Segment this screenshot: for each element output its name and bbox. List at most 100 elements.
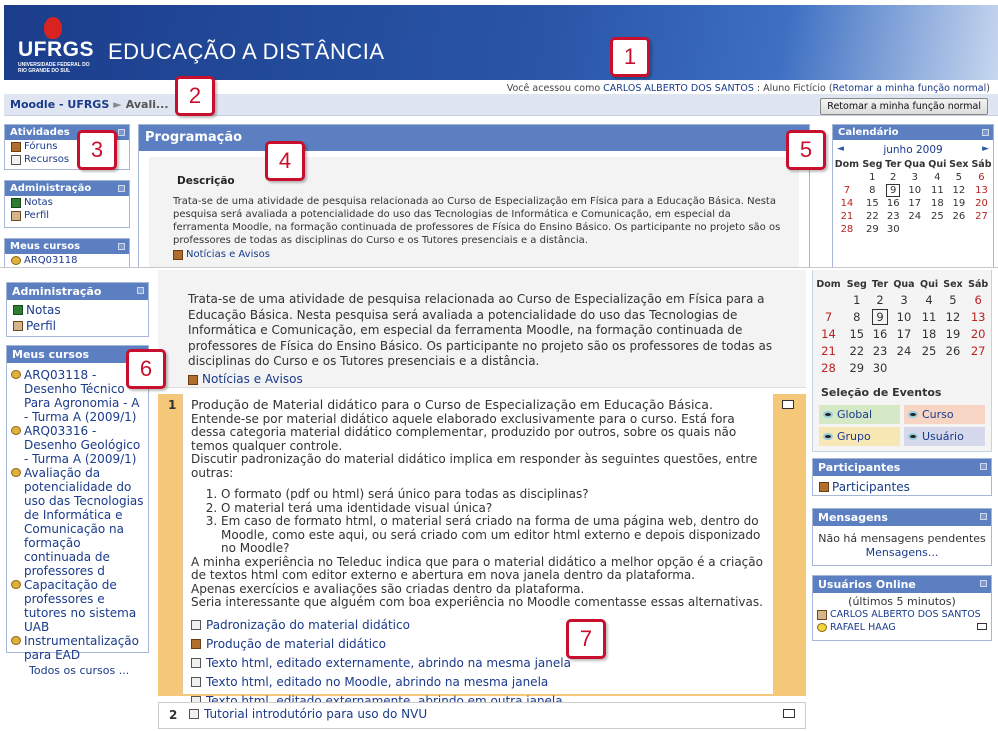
calendar-day[interactable]: 4 (918, 291, 941, 308)
course-peek[interactable]: ARQ03118 (5, 254, 129, 267)
news-forum-link[interactable]: Notícias e Avisos (188, 372, 774, 388)
calendar-day[interactable]: 29 (844, 359, 870, 376)
mail-icon[interactable] (977, 623, 987, 630)
collapse-icon[interactable] (980, 580, 987, 587)
resource-link[interactable]: Produção de material didático (191, 637, 765, 651)
calendar-day[interactable]: 7 (813, 308, 844, 325)
calendar-day[interactable]: 16 (884, 197, 903, 210)
calendar-day[interactable]: 7 (833, 184, 861, 197)
online-user[interactable]: CARLOS ALBERTO DOS SANTOS (813, 608, 991, 621)
course-link[interactable]: Avaliação da potencialidade do uso das T… (7, 466, 148, 578)
event-filter-user[interactable]: Usuário (904, 427, 985, 446)
resource-link[interactable]: Tutorial introdutório para uso do NVU (189, 707, 427, 721)
calendar-day[interactable]: 3 (890, 291, 917, 308)
admin-grades[interactable]: Notas (5, 196, 129, 209)
course-link[interactable]: Capacitação de professores e tutores no … (7, 578, 148, 634)
calendar-day[interactable]: 16 (870, 325, 891, 342)
collapse-icon[interactable] (980, 463, 987, 470)
return-role-button[interactable]: Retomar a minha função normal (820, 98, 988, 115)
calendar-day[interactable]: 30 (884, 223, 903, 236)
calendar-day[interactable]: 26 (941, 342, 966, 359)
resource-link[interactable]: Texto html, editado no Moodle, abrindo n… (191, 675, 765, 689)
calendar-day[interactable]: 25 (927, 210, 948, 223)
calendar-day[interactable]: 14 (833, 197, 861, 210)
collapse-icon[interactable] (118, 129, 125, 136)
resource-link[interactable]: Texto html, editado externamente, abrind… (191, 656, 765, 670)
calendar-day[interactable]: 21 (833, 210, 861, 223)
calendar-day[interactable]: 28 (813, 359, 844, 376)
admin-profile[interactable]: Perfil (5, 209, 129, 222)
calendar-day[interactable]: 24 (890, 342, 917, 359)
calendar-day[interactable]: 23 (870, 342, 891, 359)
calendar-day[interactable]: 19 (941, 325, 966, 342)
calendar-day[interactable]: 29 (861, 223, 884, 236)
calendar-day[interactable]: 3 (903, 171, 927, 184)
calendar-day[interactable]: 13 (970, 184, 993, 197)
calendar-day[interactable]: 9 (870, 308, 891, 325)
calendar-day[interactable]: 5 (941, 291, 966, 308)
calendar-day[interactable]: 20 (970, 197, 993, 210)
calendar-day[interactable]: 22 (844, 342, 870, 359)
resource-link[interactable]: Padronização do material didático (191, 618, 765, 632)
calendar-day[interactable]: 17 (903, 197, 927, 210)
calendar-day[interactable]: 21 (813, 342, 844, 359)
calendar-day[interactable]: 2 (884, 171, 903, 184)
calendar-day[interactable]: 6 (970, 171, 993, 184)
calendar-day[interactable]: 15 (844, 325, 870, 342)
calendar-day[interactable]: 1 (844, 291, 870, 308)
calendar-day[interactable]: 9 (884, 184, 903, 197)
calendar-day[interactable]: 2 (870, 291, 891, 308)
participants-link[interactable]: Participantes (813, 476, 991, 495)
calendar-day[interactable]: 26 (948, 210, 970, 223)
calendar-day[interactable]: 11 (918, 308, 941, 325)
online-user[interactable]: RAFAEL HAAG (813, 621, 991, 634)
next-month-icon[interactable]: ► (982, 144, 989, 156)
prev-month-icon[interactable]: ◄ (837, 144, 844, 156)
calendar-day[interactable]: 27 (970, 210, 993, 223)
calendar-day[interactable]: 5 (948, 171, 970, 184)
calendar-day[interactable]: 30 (870, 359, 891, 376)
collapse-icon[interactable] (982, 129, 989, 136)
calendar-day[interactable]: 14 (813, 325, 844, 342)
calendar-day[interactable]: 18 (918, 325, 941, 342)
collapse-icon[interactable] (980, 513, 987, 520)
calendar-day[interactable]: 10 (903, 184, 927, 197)
calendar-day[interactable]: 19 (948, 197, 970, 210)
collapse-icon[interactable] (118, 185, 125, 192)
all-courses-link[interactable]: Todos os cursos ... (7, 662, 148, 677)
calendar-day[interactable]: 1 (861, 171, 884, 184)
logo-text[interactable]: UFRGS (18, 38, 94, 62)
messages-link[interactable]: Mensagens... (813, 546, 991, 560)
event-filter-course[interactable]: Curso (904, 405, 985, 424)
collapse-icon[interactable] (118, 243, 125, 250)
event-filter-global[interactable]: Global (819, 405, 900, 424)
calendar-day[interactable]: 8 (861, 184, 884, 197)
calendar-day[interactable]: 28 (833, 223, 861, 236)
calendar-day[interactable]: 13 (965, 308, 991, 325)
calendar-day[interactable]: 11 (927, 184, 948, 197)
news-forum-link[interactable]: Notícias e Avisos (173, 249, 789, 260)
calendar-day[interactable]: 25 (918, 342, 941, 359)
collapse-icon[interactable] (137, 287, 144, 294)
calendar-day[interactable]: 8 (844, 308, 870, 325)
calendar-day[interactable]: 10 (890, 308, 917, 325)
calendar-day[interactable]: 18 (927, 197, 948, 210)
highlight-toggle-icon[interactable] (782, 400, 794, 409)
calendar-day[interactable]: 24 (903, 210, 927, 223)
calendar-day[interactable]: 12 (941, 308, 966, 325)
calendar-day[interactable]: 23 (884, 210, 903, 223)
course-link[interactable]: ARQ03316 - Desenho Geológico - Turma A (… (7, 424, 148, 466)
calendar-day[interactable]: 20 (965, 325, 991, 342)
calendar-day[interactable]: 15 (861, 197, 884, 210)
calendar-day[interactable]: 6 (965, 291, 991, 308)
event-filter-group[interactable]: Grupo (819, 427, 900, 446)
calendar-day[interactable]: 12 (948, 184, 970, 197)
calendar-day[interactable]: 17 (890, 325, 917, 342)
highlight-toggle-icon[interactable] (783, 709, 795, 718)
calendar-day[interactable]: 22 (861, 210, 884, 223)
calendar-day[interactable]: 4 (927, 171, 948, 184)
return-role-link[interactable]: Retomar a minha função normal (833, 83, 987, 94)
login-user-link[interactable]: CARLOS ALBERTO DOS SANTOS (603, 83, 754, 94)
calendar-day[interactable]: 27 (965, 342, 991, 359)
calendar-month[interactable]: junho 2009 (883, 144, 942, 156)
